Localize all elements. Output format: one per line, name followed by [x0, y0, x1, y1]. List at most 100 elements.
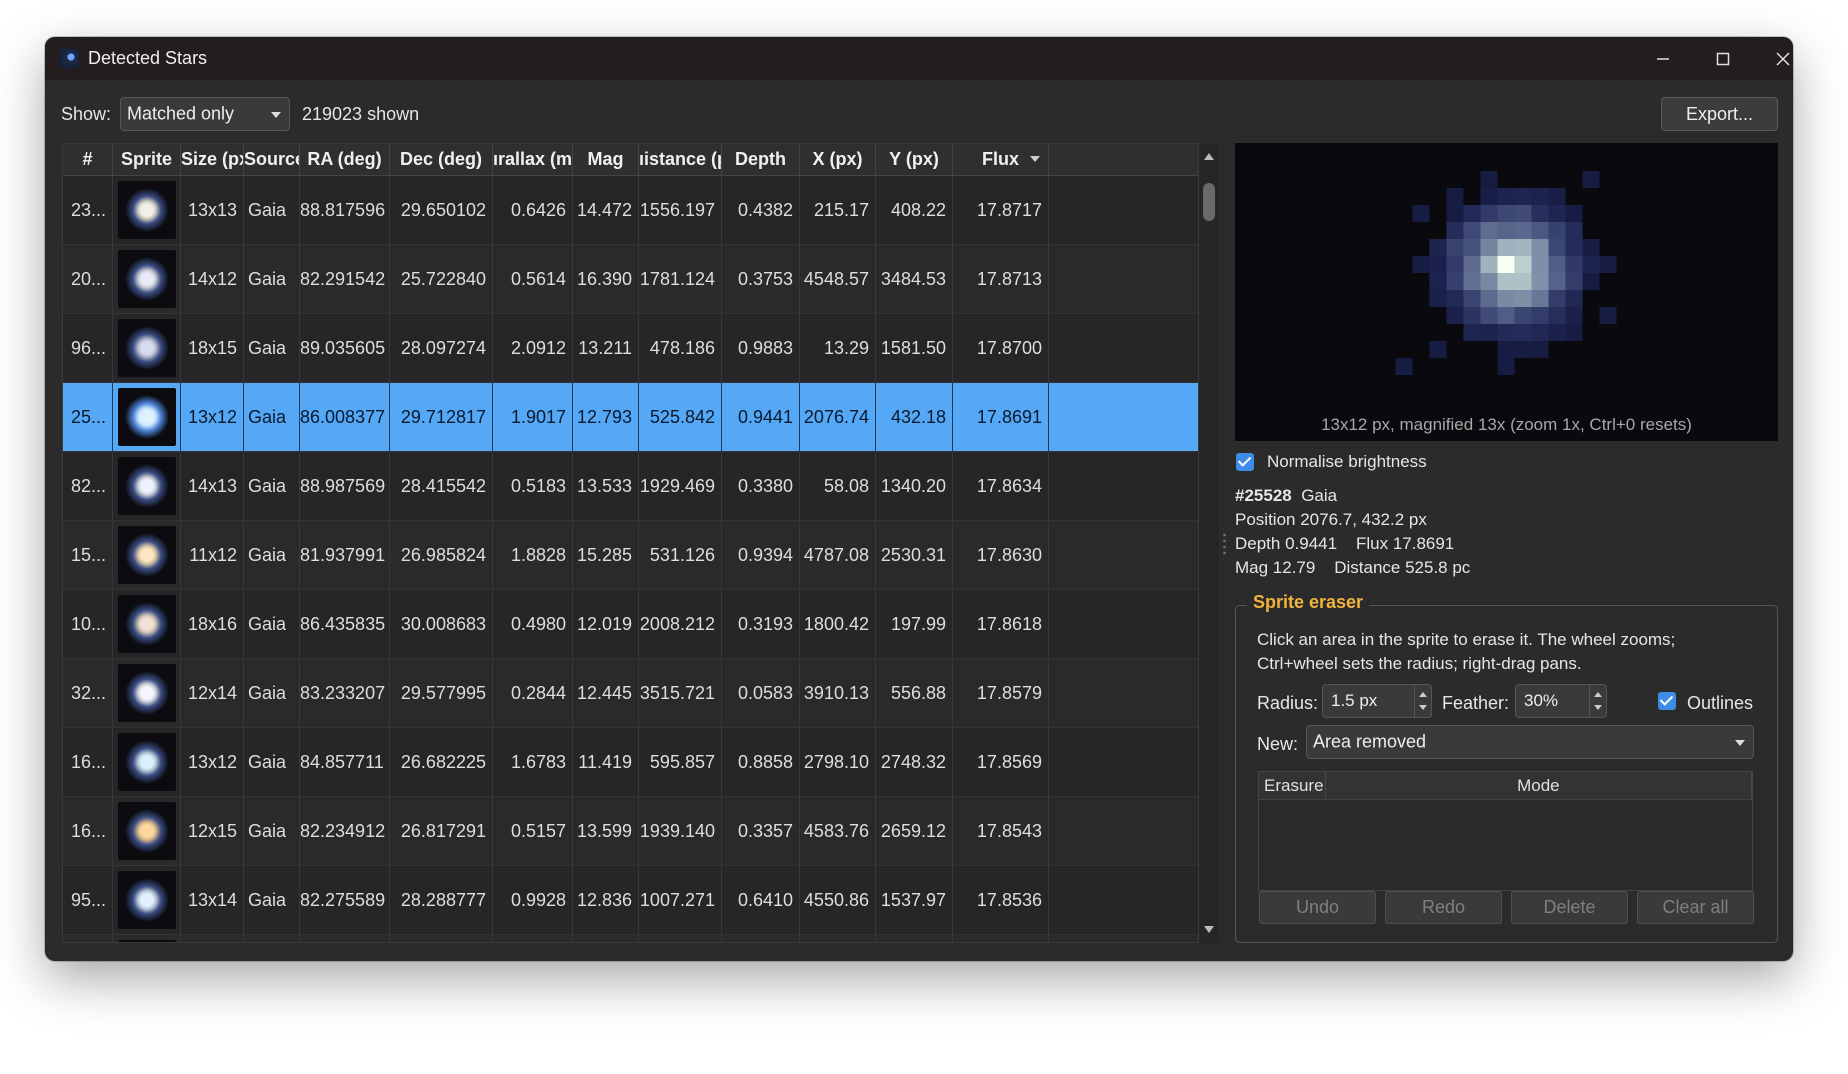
sprite-pixel[interactable] [1531, 222, 1549, 239]
stepper-up-icon[interactable] [1594, 692, 1602, 697]
sprite-pixel[interactable] [1480, 256, 1498, 273]
sprite-pixel[interactable] [1548, 324, 1566, 341]
sprite-pixel[interactable] [1497, 290, 1515, 307]
sprite-pixel[interactable] [1463, 256, 1481, 273]
sprite-pixel[interactable] [1565, 205, 1583, 222]
sprite-pixel[interactable] [1429, 341, 1447, 358]
table-row[interactable]: 82... 14x13 Gaia 88.987569 28.415542 0.5183 13… [63, 452, 1198, 521]
stepper-down-icon[interactable] [1419, 705, 1427, 710]
sprite-pixel[interactable] [1531, 307, 1549, 324]
sprite-pixel[interactable] [1480, 239, 1498, 256]
sprite-pixel[interactable] [1480, 307, 1498, 324]
sprite-pixel[interactable] [1514, 324, 1532, 341]
new-mode-dropdown[interactable]: Area removed [1306, 725, 1754, 759]
sprite-pixel[interactable] [1514, 205, 1532, 222]
sprite-pixel[interactable] [1412, 256, 1430, 273]
sprite-pixel[interactable] [1463, 239, 1481, 256]
radius-spinbox[interactable]: 1.5 px [1322, 684, 1432, 718]
table-row[interactable]: 16... 12x15 Gaia 82.234912 26.817291 0.5157 13… [63, 797, 1198, 866]
sprite-pixel[interactable] [1548, 205, 1566, 222]
scrollbar-thumb[interactable] [1203, 183, 1215, 221]
sprite-magnified-image[interactable] [1235, 143, 1778, 413]
sprite-pixel[interactable] [1463, 222, 1481, 239]
column-header-mag[interactable]: Mag [573, 144, 639, 175]
sprite-pixel[interactable] [1446, 239, 1464, 256]
show-filter-dropdown[interactable]: Matched only [120, 97, 290, 131]
stars-table[interactable]: # Sprite Size (px)Source RA (deg) Dec (deg) ı… [62, 143, 1199, 943]
column-header-size[interactable]: Size (px) [181, 144, 244, 175]
sprite-pixel[interactable] [1565, 324, 1583, 341]
sprite-pixel[interactable] [1480, 290, 1498, 307]
clear-all-button[interactable]: Clear all [1637, 891, 1754, 924]
sprite-pixel[interactable] [1429, 290, 1447, 307]
column-mode[interactable]: Mode [1326, 772, 1752, 799]
sprite-pixel[interactable] [1497, 205, 1515, 222]
column-header-distance[interactable]: ıistance (pc [639, 144, 722, 175]
sprite-pixel[interactable] [1446, 256, 1464, 273]
sprite-pixel[interactable] [1497, 358, 1515, 375]
sprite-pixel[interactable] [1565, 290, 1583, 307]
scroll-down-icon[interactable] [1204, 926, 1214, 933]
close-button[interactable] [1748, 37, 1793, 80]
sprite-pixel[interactable] [1446, 222, 1464, 239]
sprite-pixel[interactable] [1429, 273, 1447, 290]
column-header-id[interactable]: # [63, 144, 113, 175]
sprite-pixel[interactable] [1514, 341, 1532, 358]
sprite-pixel[interactable] [1565, 256, 1583, 273]
sprite-pixel[interactable] [1497, 341, 1515, 358]
column-erasure[interactable]: Erasure [1259, 772, 1326, 799]
sprite-pixel[interactable] [1480, 222, 1498, 239]
sprite-pixel[interactable] [1497, 222, 1515, 239]
delete-button[interactable]: Delete [1511, 891, 1628, 924]
column-header-source[interactable]: Source [244, 144, 300, 175]
column-header-dec[interactable]: Dec (deg) [390, 144, 493, 175]
table-row[interactable]: 10... 18x16 Gaia 86.435835 30.008683 0.4980 12… [63, 590, 1198, 659]
sprite-pixel[interactable] [1565, 307, 1583, 324]
column-header-sprite[interactable]: Sprite [113, 144, 181, 175]
table-row[interactable]: 95... 13x14 Gaia 82.275589 28.288777 0.9928 12… [63, 866, 1198, 935]
sprite-pixel[interactable] [1531, 205, 1549, 222]
sprite-pixel[interactable] [1548, 273, 1566, 290]
sprite-pixel[interactable] [1446, 205, 1464, 222]
column-header-x[interactable]: X (px) [800, 144, 876, 175]
table-row[interactable]: 96... 18x15 Gaia 89.035605 28.097274 2.0912 13… [63, 314, 1198, 383]
sprite-pixel[interactable] [1514, 307, 1532, 324]
table-row[interactable]: 16... 13x12 Gaia 84.857711 26.682225 1.6783 11… [63, 728, 1198, 797]
sprite-pixel[interactable] [1463, 307, 1481, 324]
undo-button[interactable]: Undo [1259, 891, 1376, 924]
sprite-pixel[interactable] [1497, 256, 1515, 273]
sprite-pixel[interactable] [1582, 256, 1600, 273]
sprite-pixel[interactable] [1531, 273, 1549, 290]
sprite-pixel[interactable] [1531, 324, 1549, 341]
sprite-pixel[interactable] [1497, 239, 1515, 256]
table-row[interactable] [63, 935, 1198, 942]
table-scrollbar[interactable] [1199, 143, 1219, 943]
table-row[interactable]: 20... 14x12 Gaia 82.291542 25.722840 0.5614 16… [63, 245, 1198, 314]
sprite-pixel[interactable] [1480, 324, 1498, 341]
sprite-pixel[interactable] [1582, 171, 1600, 188]
scroll-up-icon[interactable] [1204, 153, 1214, 160]
column-header-parallax[interactable]: ırallax (ma [493, 144, 573, 175]
sprite-pixel[interactable] [1446, 290, 1464, 307]
outlines-checkbox[interactable] [1658, 692, 1676, 710]
sprite-pixel[interactable] [1480, 273, 1498, 290]
sprite-pixel[interactable] [1514, 290, 1532, 307]
sprite-pixel[interactable] [1565, 273, 1583, 290]
erasure-list[interactable]: Erasure Mode [1258, 771, 1753, 891]
sprite-pixel[interactable] [1599, 307, 1617, 324]
sprite-pixel[interactable] [1548, 290, 1566, 307]
table-row-selected[interactable]: 25... 13x12 Gaia 86.008377 29.712817 1.9017 12… [63, 383, 1198, 452]
sprite-pixel[interactable] [1582, 239, 1600, 256]
sprite-pixel[interactable] [1582, 273, 1600, 290]
sprite-pixel[interactable] [1395, 358, 1413, 375]
sprite-pixel[interactable] [1565, 222, 1583, 239]
sprite-pixel[interactable] [1446, 307, 1464, 324]
table-row[interactable]: 32... 12x14 Gaia 83.233207 29.577995 0.2844 12… [63, 659, 1198, 728]
stepper-up-icon[interactable] [1419, 692, 1427, 697]
sprite-pixel[interactable] [1463, 324, 1481, 341]
sprite-pixel[interactable] [1412, 205, 1430, 222]
sprite-pixel[interactable] [1480, 205, 1498, 222]
sprite-pixel[interactable] [1531, 239, 1549, 256]
splitter-handle[interactable] [1223, 532, 1226, 556]
sprite-pixel[interactable] [1548, 256, 1566, 273]
